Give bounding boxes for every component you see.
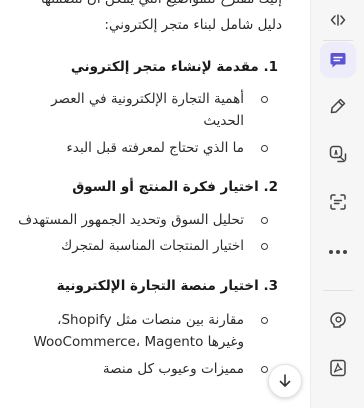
collapse-expand-icon xyxy=(329,12,347,28)
intro-text-line-2: دليل شامل لبناء متجر إلكتروني: xyxy=(104,17,282,33)
sidebar-item-write[interactable] xyxy=(320,88,356,124)
bullet-point xyxy=(256,210,268,230)
list-item: اختيار المنتجات المناسبة لمتجرك xyxy=(61,238,244,254)
sidebar-item-chat[interactable] xyxy=(320,42,356,78)
more-icon xyxy=(328,249,348,255)
arrow-down-icon xyxy=(277,373,293,389)
app-window: إليك مقترح للمواضيع التي يمكن أن تتضمنها… xyxy=(0,0,364,408)
bullet-point xyxy=(256,310,268,330)
sidebar-item-brain[interactable] xyxy=(320,302,356,338)
list-item-continuation: الحديث xyxy=(203,113,244,129)
sidebar-item-pdf[interactable] xyxy=(320,350,356,386)
scroll-to-bottom-button[interactable] xyxy=(268,364,302,398)
translate-icon xyxy=(328,144,348,164)
sidebar-item-translate[interactable] xyxy=(320,136,356,172)
list-item: ما الذي تحتاج لمعرفته قبل البدء xyxy=(66,140,244,156)
sidebar xyxy=(310,0,364,408)
sidebar-more-button[interactable] xyxy=(320,234,356,270)
bullet-point xyxy=(256,236,268,256)
sidebar-divider xyxy=(323,40,353,41)
section-heading: 3. اختيار منصة التجارة الإلكترونية xyxy=(56,278,278,294)
sidebar-divider xyxy=(323,290,353,291)
section-heading: 2. اختيار فكرة المنتج أو السوق xyxy=(72,179,278,195)
bullet-point xyxy=(256,138,268,158)
collapse-sidebar-button[interactable] xyxy=(320,2,356,38)
list-item-continuation: WooCommerce، Magento وغيرها xyxy=(33,334,244,350)
chat-icon xyxy=(328,50,348,70)
bullet-point xyxy=(256,89,268,109)
intro-text-line-1: إليك مقترح للمواضيع التي يمكن أن تتضمنها xyxy=(2,0,282,10)
list-item: تحليل السوق وتحديد الجمهور المستهدف xyxy=(18,212,244,228)
list-item: مميزات وعيوب كل منصة xyxy=(102,361,244,377)
pdf-icon xyxy=(328,358,348,378)
list-item: مقارنة بين منصات مثل Shopify، xyxy=(57,312,244,328)
sidebar-item-scan[interactable] xyxy=(320,184,356,220)
assistant-response: إليك مقترح للمواضيع التي يمكن أن تتضمنها… xyxy=(0,0,306,408)
section-heading: 1. مقدمة لإنشاء متجر إلكتروني xyxy=(70,59,278,75)
scan-icon xyxy=(328,192,348,212)
pen-icon xyxy=(328,96,348,116)
bullet-point xyxy=(256,359,268,379)
brain-icon xyxy=(328,310,348,330)
list-item: أهمية التجارة الإلكترونية في العصر xyxy=(51,91,244,107)
